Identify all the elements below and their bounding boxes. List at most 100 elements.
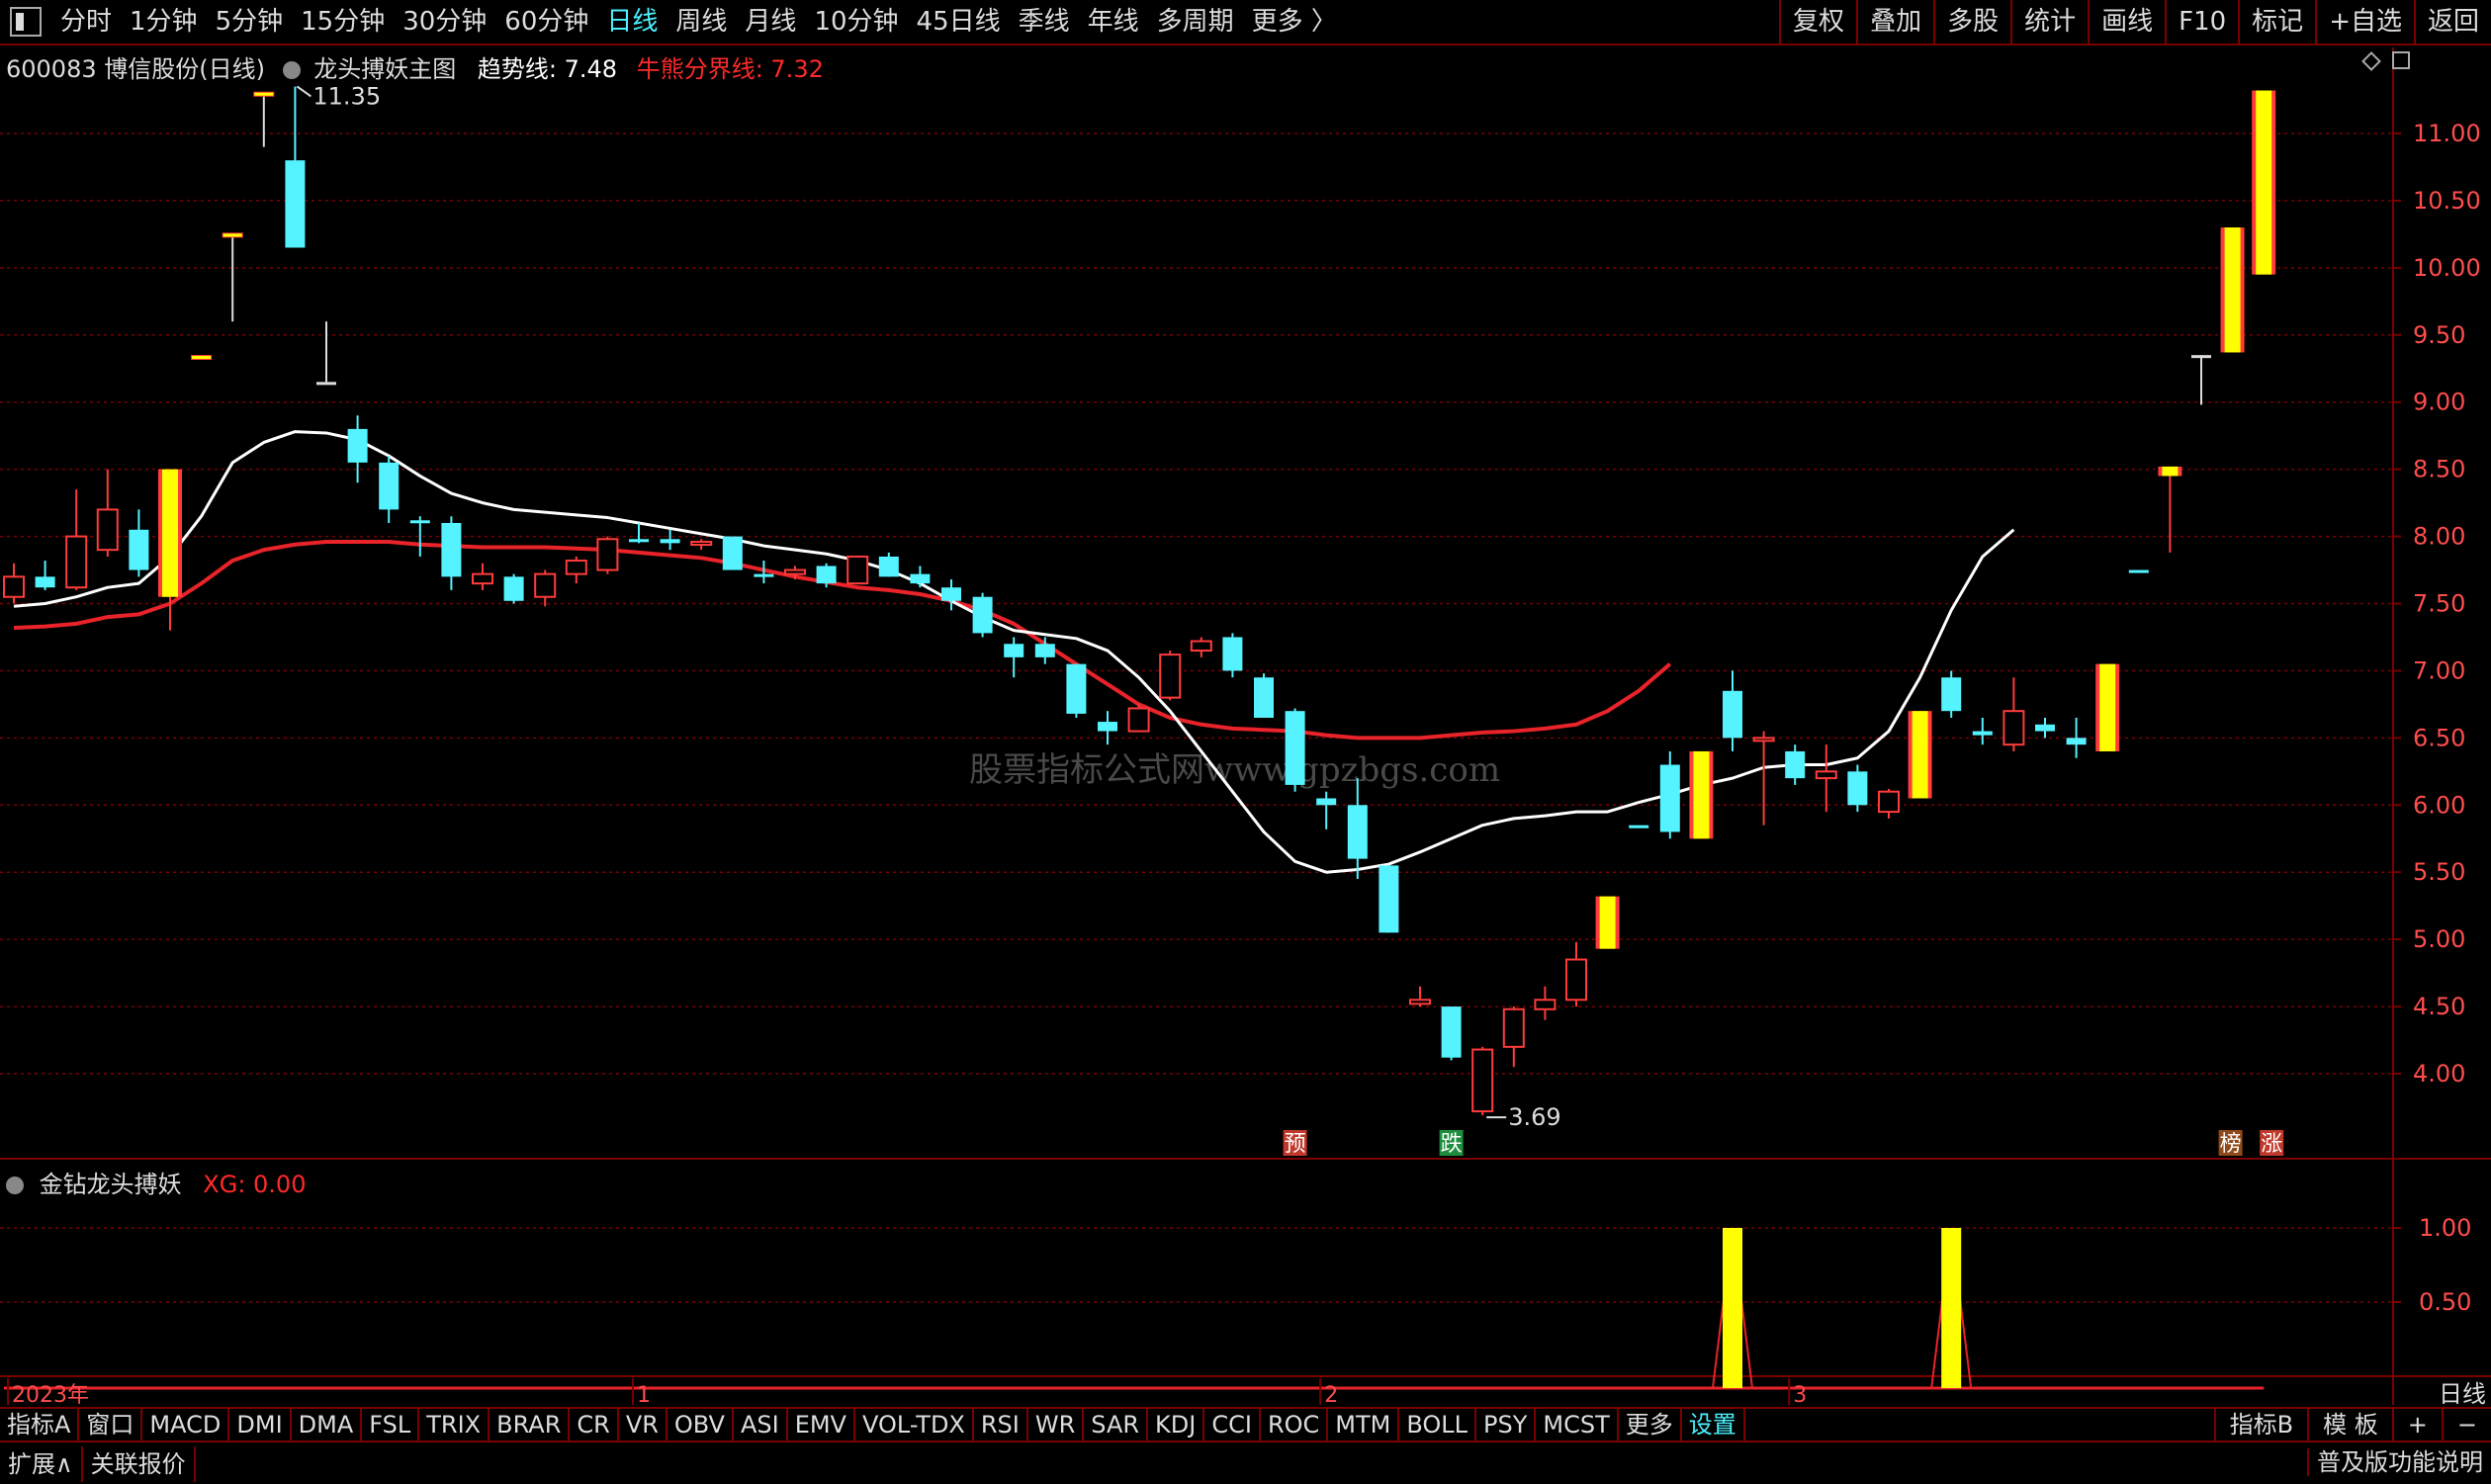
y-tick-label: 6.00 [2413,791,2465,819]
basic-edition-help-link[interactable]: 普及版功能说明 [2307,1448,2491,1476]
indicator-tab-bar: 指标A 窗口 MACD DMI DMA FSL TRIX BRAR CR VR OBV ASI EMV V… [0,1407,2491,1442]
indicator-tab[interactable]: TRIX [419,1409,490,1440]
main-indicator-title[interactable]: 龙头搏妖主图 [313,55,456,83]
y-tick-label: 8.50 [2413,456,2465,483]
candle-body [1534,999,1557,1010]
indicator-tab[interactable]: SAR [1084,1409,1149,1440]
candle-body [1316,798,1337,806]
xg-value: XG: 0.00 [203,1171,307,1198]
candle-body [534,572,557,598]
indicator-tab[interactable]: 设置 [1682,1409,1745,1440]
candle-body [690,541,713,547]
bull-bear-line-value: 牛熊分界线: 7.32 [636,55,824,83]
indicator-tab[interactable]: CR [570,1409,619,1440]
indicator-tab[interactable]: OBV [667,1409,734,1440]
indicator-tab[interactable]: VOL-TDX [855,1409,974,1440]
candle-body [1159,654,1182,699]
signal-die-badge: 跌 [1441,1132,1463,1157]
indicator-tab[interactable]: MACD [142,1409,230,1440]
candle-body [1190,640,1212,653]
indicator-tab[interactable]: 窗口 [79,1409,143,1440]
candle-body [2035,724,2055,732]
indicator-right-button[interactable]: − [2441,1409,2491,1440]
y-tick-label: 7.50 [2413,590,2465,618]
candle-body [2066,738,2087,745]
bull-bear-line [13,540,1672,741]
y-tick-label: 10.50 [2413,187,2481,215]
candle-body [1815,770,1837,780]
indicator-tab[interactable]: WR [1028,1409,1085,1440]
related-quote-button[interactable]: 关联报价 [83,1446,196,1482]
y-tick-label: 10.00 [2413,254,2481,282]
candle-body [629,539,649,543]
candle-body [878,556,899,577]
high-arrow [296,85,311,98]
x-axis-label: 1 [637,1383,651,1408]
indicator-tab[interactable]: FSL [362,1409,420,1440]
indicator-tab[interactable]: KDJ [1148,1409,1205,1440]
high-price-label: 11.35 [312,82,381,110]
sub-indicator-name[interactable]: 金钻龙头搏妖 [40,1171,182,1198]
candle-body [1629,825,1649,829]
indicator-tab[interactable]: DMA [292,1409,363,1440]
y-tick-label: 5.50 [2413,858,2465,886]
stock-info-header: 600083 博信股份(日线) 龙头搏妖主图 趋势线: 7.48 牛熊分界线: … [6,49,824,84]
candle-body [596,538,619,571]
candle-body [1034,644,1055,657]
indicator-right-button[interactable]: 模 板 [2307,1409,2392,1440]
candle-body [441,522,462,577]
indicator-right-button[interactable]: 指标B [2213,1409,2307,1440]
indicator-tab[interactable]: CCI [1204,1409,1261,1440]
indicator-tab[interactable]: 指标A [0,1409,80,1440]
indicator-tab[interactable]: ASI [734,1409,788,1440]
indicator-tab[interactable]: DMI [229,1409,292,1440]
candle-body [162,469,178,597]
indicator-tab[interactable]: BOLL [1399,1409,1477,1440]
xg-signal-bar [1723,1228,1742,1388]
indicator-right-button[interactable]: + [2391,1409,2442,1440]
indicator-tab[interactable]: BRAR [489,1409,571,1440]
candle-body [1941,677,1962,712]
indicator-tab[interactable]: EMV [788,1409,855,1440]
candle-body [1693,750,1710,839]
y-tick-label: 11.00 [2413,120,2481,147]
panel-toggle-icon[interactable] [2392,51,2410,69]
candle-body [910,573,931,584]
candle-body [409,520,430,524]
indicator-right-buttons: 指标B 模 板 + − [2213,1409,2491,1440]
candle-body [35,576,55,588]
candle-body [1004,644,1024,657]
indicator-tab[interactable]: PSY [1476,1409,1537,1440]
candle-body [96,508,119,552]
candle-body [2099,663,2116,751]
candle-body [1723,690,1742,739]
kline-chart[interactable]: 11.0010.5010.009.509.008.508.007.507.006… [0,0,2491,1484]
indicator-tab[interactable]: MTM [1328,1409,1400,1440]
indicator-settings-icon[interactable] [282,61,301,79]
candle-body [316,382,336,386]
indicator-tab[interactable]: VR [619,1409,667,1440]
candle-body [379,462,400,510]
candle-body [2191,355,2211,359]
sub-indicator-settings-icon[interactable] [6,1177,24,1194]
candle-body [1066,663,1087,714]
expand-button[interactable]: 扩展∧ [0,1446,83,1482]
candle-body [1285,711,1305,785]
candle-body [754,573,774,577]
candle-body [285,160,306,248]
candle-body [3,575,25,598]
candle-body [2002,710,2025,746]
indicator-tab[interactable]: ROC [1261,1409,1329,1440]
candle-body [1098,722,1117,732]
indicator-tab[interactable]: RSI [974,1409,1028,1440]
x-axis-label: 3 [1793,1383,1807,1408]
chart-corner-icons [2361,51,2410,71]
candle-body [722,536,743,570]
indicator-tab[interactable]: 更多 [1619,1409,1682,1440]
indicator-tab[interactable]: MCST [1536,1409,1619,1440]
trend-line-value: 趋势线: 7.48 [477,55,618,83]
candle-body [2162,466,2179,477]
signal-bang-badge: 榜 [2220,1132,2242,1157]
candle-body [1502,1007,1525,1048]
diamond-icon[interactable] [2361,51,2381,71]
